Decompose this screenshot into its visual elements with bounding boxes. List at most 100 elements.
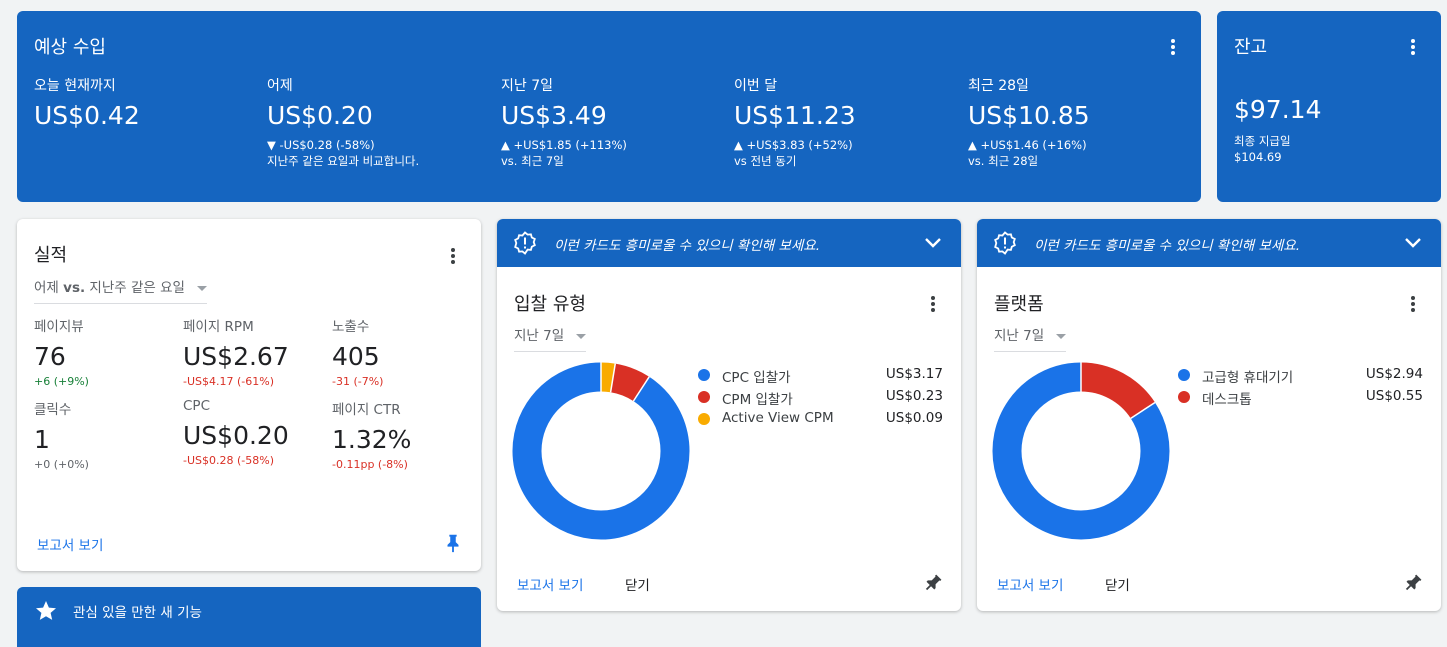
performance-title: 실적 (34, 245, 68, 266)
pin-icon[interactable] (922, 572, 944, 594)
perf-metric-impressions[interactable]: 노출수 405 -31 (-7%) (332, 315, 472, 388)
metric-yesterday[interactable]: 어제 US$0.20 ▼ -US$0.28 (-58%) 지난주 같은 요일과 … (267, 75, 487, 169)
view-report-link[interactable]: 보고서 보기 (997, 574, 1063, 594)
perf-metric-label: 노출수 (332, 319, 370, 335)
metric-comparison-note: 지난주 같은 요일과 비교합니다. (267, 154, 420, 168)
metric-label: 최근 28일 (968, 78, 1029, 94)
perf-metric-value: 1 (34, 425, 50, 454)
last-payment-label: 최종 지급일 (1234, 134, 1291, 148)
metric-value: US$11.23 (734, 101, 856, 130)
banner-text: 이런 카드도 흥미로울 수 있으니 확인해 보세요. (554, 238, 821, 254)
metric-comparison-note: vs. 최근 7일 (501, 154, 564, 168)
legend-name: Active View CPM (722, 410, 834, 426)
legend-name: 데스크톱 (1202, 392, 1252, 408)
metric-this-month[interactable]: 이번 달 US$11.23 ▲ +US$3.83 (+52%) vs 전년 동기 (734, 75, 954, 169)
legend-amount: US$0.23 (885, 388, 943, 404)
balance-title: 잔고 (1234, 37, 1268, 58)
perf-metric-change: +6 (+9%) (34, 375, 89, 388)
metric-change: ▼ -US$0.28 (-58%) (267, 138, 375, 152)
comparison-dropdown[interactable]: 어제 vs. 지난주 같은 요일 (34, 276, 208, 304)
perf-metric-change: -31 (-7%) (332, 375, 384, 388)
legend-row: 고급형 휴대기기 US$2.94 (1178, 365, 1423, 387)
chevron-down-icon[interactable] (1401, 231, 1425, 255)
metric-value: US$3.49 (501, 101, 607, 130)
performance-menu-icon[interactable] (441, 244, 465, 268)
perf-metric-change: -0.11pp (-8%) (332, 458, 408, 471)
perf-metric-label: CPC (183, 398, 210, 414)
perf-metric-value: 76 (34, 342, 66, 371)
bid-type-menu-icon[interactable] (921, 292, 945, 316)
perf-metric-clicks[interactable]: 클릭수 1 +0 (+0%) (34, 398, 174, 471)
perf-metric-page-rpm[interactable]: 페이지 RPM US$2.67 -US$4.17 (-61%) (183, 315, 323, 388)
platform-menu-icon[interactable] (1401, 292, 1425, 316)
pin-icon[interactable] (1402, 572, 1424, 594)
perf-metric-value: 1.32% (332, 425, 412, 454)
platform-card: 이런 카드도 흥미로울 수 있으니 확인해 보세요. 플랫폼 지난 7일 고급형… (977, 219, 1441, 611)
metric-last-7-days[interactable]: 지난 7일 US$3.49 ▲ +US$1.85 (+113%) vs. 최근 … (501, 75, 721, 169)
metric-last-28-days[interactable]: 최근 28일 US$10.85 ▲ +US$1.46 (+16%) vs. 최근… (968, 75, 1188, 169)
legend-dot (698, 369, 710, 381)
new-features-card[interactable]: 관심 있을 만한 새 기능 (17, 587, 481, 647)
legend-dot (1178, 369, 1190, 381)
legend-amount: US$0.55 (1365, 388, 1423, 404)
perf-metric-label: 페이지 CTR (332, 402, 401, 418)
legend-name: CPC 입찰가 (722, 370, 791, 386)
dropdown-vs: vs. (63, 280, 86, 296)
perf-metric-cpc[interactable]: CPC US$0.20 -US$0.28 (-58%) (183, 398, 323, 467)
dismiss-button[interactable]: 닫기 (625, 574, 650, 594)
perf-metric-page-ctr[interactable]: 페이지 CTR 1.32% -0.11pp (-8%) (332, 398, 472, 471)
estimated-earnings-card: 예상 수입 오늘 현재까지 US$0.42 어제 US$0.20 ▼ -US$0… (17, 11, 1201, 202)
dismiss-button[interactable]: 닫기 (1105, 574, 1130, 594)
dropdown-comparison: 지난주 같은 요일 (89, 280, 185, 296)
perf-metric-pageviews[interactable]: 페이지뷰 76 +6 (+9%) (34, 315, 174, 388)
metric-label: 어제 (267, 78, 293, 94)
perf-metric-label: 페이지 RPM (183, 319, 254, 335)
view-report-link[interactable]: 보고서 보기 (517, 574, 583, 594)
suggestion-banner[interactable]: 이런 카드도 흥미로울 수 있으니 확인해 보세요. (497, 219, 961, 267)
metric-today[interactable]: 오늘 현재까지 US$0.42 (34, 75, 254, 130)
metric-value: US$0.42 (34, 101, 140, 130)
legend-dot (698, 391, 710, 403)
balance-card: 잔고 $97.14 최종 지급일 $104.69 (1217, 11, 1441, 202)
dropdown-value: 지난 7일 (994, 328, 1045, 344)
balance-value: $97.14 (1234, 95, 1322, 124)
dropdown-value: 어제 (34, 280, 59, 296)
legend-name: CPM 입찰가 (722, 392, 793, 408)
legend-row: CPM 입찰가 US$0.23 (698, 387, 943, 409)
legend-amount: US$3.17 (885, 366, 943, 382)
platform-legend: 고급형 휴대기기 US$2.94 데스크톱 US$0.55 (1178, 365, 1423, 409)
performance-card: 실적 어제 vs. 지난주 같은 요일 페이지뷰 76 +6 (+9%) 페이지… (17, 219, 481, 571)
badge-alert-icon (514, 231, 536, 255)
suggestion-banner[interactable]: 이런 카드도 흥미로울 수 있으니 확인해 보세요. (977, 219, 1441, 267)
new-features-title: 관심 있을 만한 새 기능 (73, 605, 202, 621)
date-range-dropdown[interactable]: 지난 7일 (514, 324, 587, 352)
estimated-menu-icon[interactable] (1161, 35, 1185, 59)
metric-value: US$10.85 (968, 101, 1090, 130)
bid-type-card: 이런 카드도 흥미로울 수 있으니 확인해 보세요. 입찰 유형 지난 7일 C… (497, 219, 961, 611)
badge-alert-icon (994, 231, 1016, 255)
legend-dot (698, 413, 710, 425)
legend-name: 고급형 휴대기기 (1202, 370, 1294, 386)
legend-row: CPC 입찰가 US$3.17 (698, 365, 943, 387)
caret-down-icon (1056, 333, 1067, 339)
perf-metric-value: 405 (332, 342, 380, 371)
perf-metric-change: +0 (+0%) (34, 458, 89, 471)
perf-metric-value: US$2.67 (183, 342, 289, 371)
caret-down-icon (576, 333, 587, 339)
perf-metric-label: 페이지뷰 (34, 319, 84, 335)
bid-type-donut-chart (512, 362, 690, 540)
perf-metric-change: -US$4.17 (-61%) (183, 375, 274, 388)
platform-title: 플랫폼 (994, 294, 1044, 315)
chevron-down-icon[interactable] (921, 231, 945, 255)
bid-type-legend: CPC 입찰가 US$3.17 CPM 입찰가 US$0.23 Active V… (698, 365, 943, 431)
metric-change: ▲ +US$1.85 (+113%) (501, 138, 627, 152)
pin-icon[interactable] (442, 532, 464, 554)
view-report-link[interactable]: 보고서 보기 (37, 534, 103, 554)
balance-menu-icon[interactable] (1401, 35, 1425, 59)
metric-value: US$0.20 (267, 101, 373, 130)
metric-comparison-note: vs 전년 동기 (734, 154, 797, 168)
legend-row: 데스크톱 US$0.55 (1178, 387, 1423, 409)
perf-metric-change: -US$0.28 (-58%) (183, 454, 274, 467)
date-range-dropdown[interactable]: 지난 7일 (994, 324, 1067, 352)
banner-text: 이런 카드도 흥미로울 수 있으니 확인해 보세요. (1034, 238, 1301, 254)
